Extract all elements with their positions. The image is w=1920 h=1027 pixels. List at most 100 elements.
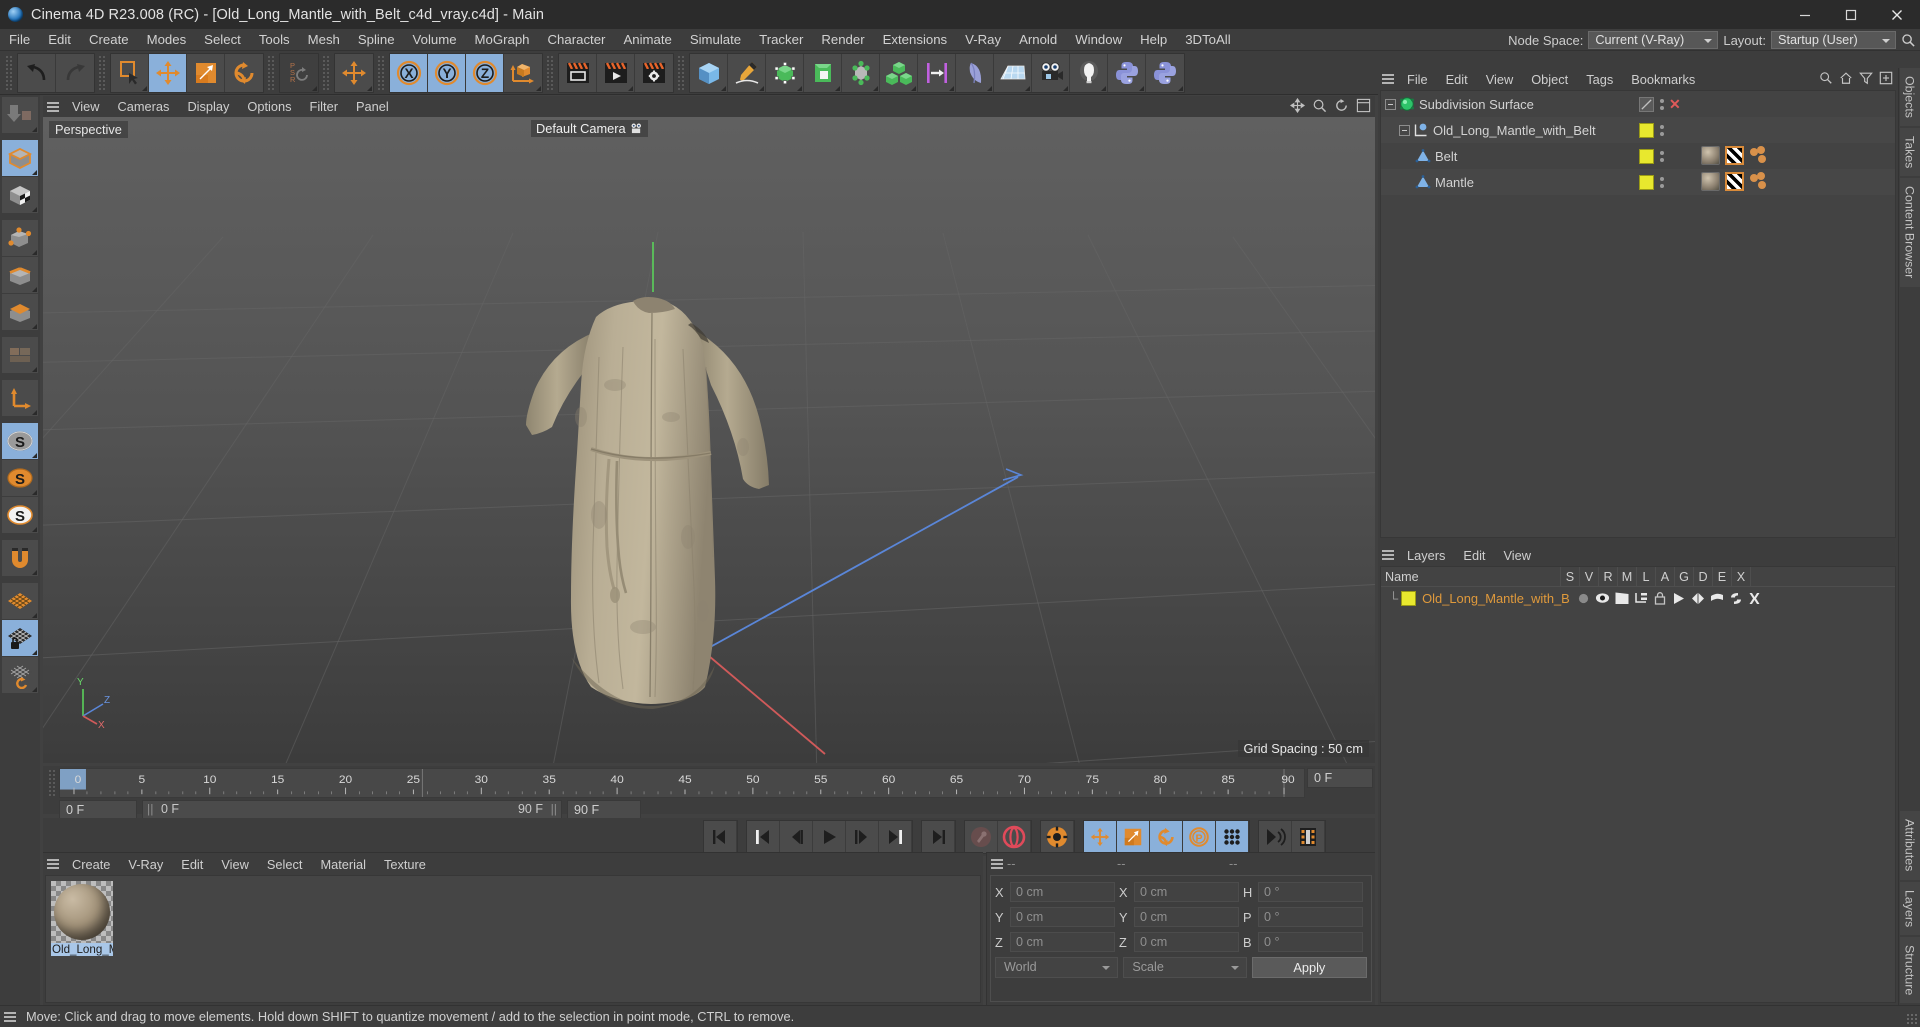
generators-button[interactable] [766, 53, 804, 92]
max-frame-field[interactable]: 90 F [567, 800, 641, 820]
menu-spline[interactable]: Spline [349, 29, 404, 51]
menu-simulate[interactable]: Simulate [681, 29, 750, 51]
range-handle-right-icon[interactable]: || [551, 802, 557, 816]
material-menu-create[interactable]: Create [63, 854, 119, 875]
menu-select[interactable]: Select [195, 29, 250, 51]
psr-reset-button[interactable]: P S R [280, 53, 318, 92]
layer-menu-edit[interactable]: Edit [1454, 545, 1494, 566]
viewport-menu-cameras[interactable]: Cameras [109, 96, 179, 117]
camera-button[interactable] [1032, 53, 1070, 92]
dock-tab-objects[interactable]: Objects [1899, 68, 1920, 127]
toolbar-grip-6[interactable] [546, 54, 555, 91]
points-mode-button[interactable] [2, 220, 38, 256]
xref-icon[interactable] [1745, 588, 1764, 608]
maximize-icon[interactable] [1828, 0, 1874, 29]
live-selection-button[interactable] [111, 53, 149, 92]
position-y-field[interactable]: 0 cm [1010, 907, 1115, 927]
menu-extensions[interactable]: Extensions [874, 29, 957, 51]
dock-tab-content-browser[interactable]: Content Browser [1899, 178, 1920, 287]
go-to-next-key-button[interactable] [879, 821, 912, 853]
material-menu-edit[interactable]: Edit [172, 854, 212, 875]
layout-select[interactable]: Startup (User) [1771, 31, 1896, 49]
material-list[interactable]: Old_Long_M [45, 875, 981, 1003]
uv-tag-icon[interactable] [1725, 146, 1744, 165]
material-item[interactable]: Old_Long_M [51, 881, 113, 956]
viewport-menu-view[interactable]: View [63, 96, 109, 117]
move-duplicate-button[interactable] [335, 53, 373, 92]
visibility-dots-icon[interactable] [1658, 176, 1665, 188]
play-button[interactable] [813, 821, 846, 853]
material-tag-icon[interactable] [1701, 172, 1720, 191]
polygons-mode-button[interactable] [2, 294, 38, 330]
selection-tag-icon[interactable] [1749, 172, 1769, 191]
toolbar-grip[interactable] [5, 54, 14, 91]
render-to-picture-viewer-button[interactable] [597, 53, 635, 92]
solo-dot-icon[interactable] [1574, 588, 1593, 608]
sound-button[interactable] [1259, 821, 1292, 853]
light-button[interactable] [1070, 53, 1108, 92]
grid-workplane-button[interactable] [2, 583, 38, 619]
add-spline-button[interactable] [728, 53, 766, 92]
snap-magnet-button[interactable] [2, 540, 38, 576]
axis-y-lock-button[interactable]: Y [428, 53, 466, 92]
search-icon[interactable] [1901, 33, 1916, 48]
preview-frame-field[interactable]: 0 F [1307, 768, 1373, 788]
move-tool-button[interactable] [149, 53, 187, 92]
table-row[interactable]: Mantle [1381, 169, 1895, 195]
field-button[interactable] [918, 53, 956, 92]
menu-tools[interactable]: Tools [250, 29, 299, 51]
python-generator-button[interactable] [1146, 53, 1184, 92]
object-menu-tags[interactable]: Tags [1577, 69, 1622, 90]
menu-render[interactable]: Render [812, 29, 873, 51]
layer-color-swatch[interactable] [1401, 590, 1417, 606]
object-menu-object[interactable]: Object [1522, 69, 1577, 90]
animation-play-icon[interactable] [1669, 588, 1688, 608]
transform-mode-select[interactable]: Scale [1123, 957, 1247, 978]
material-menu-material[interactable]: Material [311, 854, 375, 875]
layer-menu-view[interactable]: View [1494, 545, 1540, 566]
coordinate-system-select[interactable]: World [995, 957, 1119, 978]
render-view-button[interactable] [559, 53, 597, 92]
rotate-icon[interactable] [1334, 98, 1349, 113]
timeline-grip[interactable] [48, 769, 57, 797]
go-to-previous-key-button[interactable] [747, 821, 780, 853]
toolbar-grip-4[interactable] [322, 54, 331, 91]
model-mode-button[interactable] [2, 140, 38, 176]
toolbar-grip-5[interactable] [377, 54, 386, 91]
menu-arnold[interactable]: Arnold [1010, 29, 1066, 51]
hamburger-icon[interactable] [987, 854, 1007, 875]
toolbar-grip-3[interactable] [267, 54, 276, 91]
spline-generators-button[interactable] [804, 53, 842, 92]
object-menu-edit[interactable]: Edit [1437, 69, 1477, 90]
viewport-menu-panel[interactable]: Panel [347, 96, 398, 117]
go-to-start-button[interactable] [704, 821, 737, 853]
dock-tab-layers[interactable]: Layers [1899, 881, 1920, 935]
node-space-select[interactable]: Current (V-Ray) [1588, 31, 1719, 49]
viewport-menu-options[interactable]: Options [238, 96, 300, 117]
menu-volume[interactable]: Volume [404, 29, 466, 51]
hamburger-icon[interactable] [43, 96, 63, 117]
cloth-button[interactable] [956, 53, 994, 92]
size-y-field[interactable]: 0 cm [1134, 907, 1239, 927]
axis-z-lock-button[interactable]: Z [466, 53, 504, 92]
redo-button[interactable] [56, 53, 94, 92]
object-menu-view[interactable]: View [1477, 69, 1523, 90]
make-editable-button[interactable] [2, 97, 38, 133]
texture-mode-button[interactable] [2, 177, 38, 213]
home-icon[interactable] [1839, 71, 1853, 85]
menu-tracker[interactable]: Tracker [750, 29, 812, 51]
menu-animate[interactable]: Animate [614, 29, 680, 51]
render-settings-button[interactable] [635, 53, 673, 92]
close-icon[interactable]: ✕ [1669, 97, 1681, 111]
keyframe-settings-button[interactable] [1041, 821, 1074, 853]
table-row[interactable]: Belt [1381, 143, 1895, 169]
axis-x-lock-button[interactable]: X [390, 53, 428, 92]
menu-mograph[interactable]: MoGraph [466, 29, 539, 51]
maximize-view-icon[interactable] [1356, 98, 1371, 113]
scale-snap-button[interactable]: S [2, 497, 38, 533]
layer-color-swatch[interactable] [1639, 148, 1654, 164]
zoom-icon[interactable] [1312, 98, 1327, 113]
resize-grip[interactable] [1906, 1013, 1918, 1025]
visibility-dots-icon[interactable] [1658, 124, 1665, 136]
position-x-field[interactable]: 0 cm [1010, 882, 1115, 902]
